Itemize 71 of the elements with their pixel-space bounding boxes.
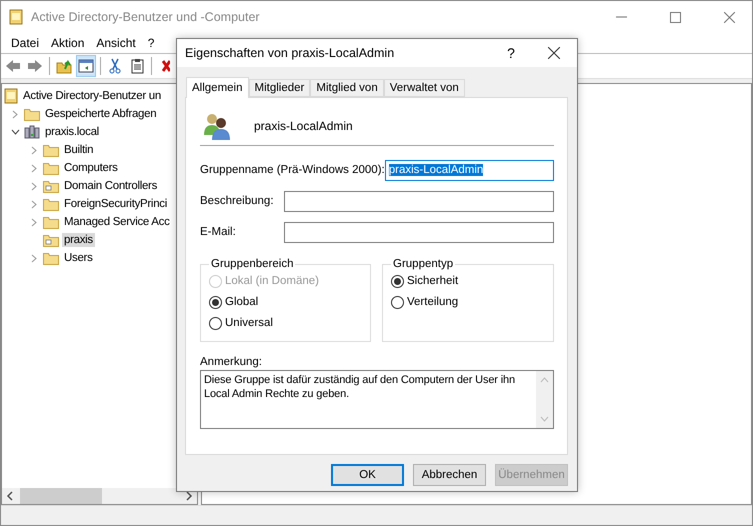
field-label: E-Mail:: [200, 226, 236, 238]
domain-icon: [24, 125, 40, 139]
tab[interactable]: Mitglieder: [248, 79, 310, 97]
folder-icon: [43, 144, 59, 156]
folder-icon: [24, 108, 40, 120]
clipboard-icon: [130, 58, 144, 74]
menu-item[interactable]: Aktion: [45, 36, 90, 50]
tree-item[interactable]: Gespeicherte Abfragen: [43, 107, 158, 121]
tree-item[interactable]: Users: [62, 251, 95, 265]
delete-icon: [162, 59, 170, 73]
app-icon: [9, 9, 23, 25]
scroll-right-icon[interactable]: [185, 491, 193, 501]
field-label: Gruppenname (Prä-Windows 2000):: [200, 164, 385, 176]
tree-item[interactable]: Managed Service Acc: [62, 215, 172, 229]
folder-icon: [43, 252, 59, 264]
scissors-icon: [108, 58, 122, 74]
collapsed-chevron-icon[interactable]: [31, 146, 37, 154]
text-field[interactable]: [284, 190, 554, 212]
radio-option[interactable]: Sicherheit: [391, 272, 545, 290]
tree-item[interactable]: Builtin: [62, 143, 96, 157]
collapsed-chevron-icon[interactable]: [31, 164, 37, 172]
back-arrow-icon: [5, 59, 21, 73]
field-label: Beschreibung:: [200, 195, 274, 207]
expanded-chevron-icon[interactable]: [10, 129, 20, 135]
dialog-button[interactable]: Abbrechen: [413, 464, 486, 486]
menu-item[interactable]: ?: [142, 36, 160, 50]
collapsed-chevron-icon[interactable]: [31, 218, 37, 226]
console-root-icon: [4, 88, 18, 104]
radio-option[interactable]: Verteilung: [391, 293, 545, 311]
organizational-unit-icon: [43, 180, 59, 192]
tab[interactable]: Verwaltet von: [384, 79, 465, 97]
group-box-title: Gruppentyp: [392, 258, 454, 270]
close-icon: [548, 47, 560, 59]
toolbar-button[interactable]: [76, 55, 96, 77]
radio-option[interactable]: Global: [209, 293, 362, 311]
menu-item[interactable]: Ansicht: [90, 36, 142, 50]
maximize-icon: [670, 12, 680, 22]
radio-option[interactable]: Universal: [209, 314, 362, 332]
tree-item[interactable]: Active Directory-Benutzer un: [21, 89, 163, 103]
console-pane-icon: [78, 59, 94, 73]
menu-item[interactable]: Datei: [5, 36, 46, 50]
folder-icon: [43, 216, 59, 228]
folder-up-icon: [56, 58, 72, 74]
horizontal-scrollbar[interactable]: [2, 488, 197, 504]
tab[interactable]: Allgemein: [186, 77, 248, 98]
tree-item[interactable]: praxis: [62, 233, 95, 247]
group-name: praxis-LocalAdmin: [254, 118, 353, 132]
text-field[interactable]: [284, 222, 554, 242]
collapsed-chevron-icon[interactable]: [31, 182, 37, 190]
group-box-title: Gruppenbereich: [210, 258, 294, 270]
minimize-icon: [616, 16, 626, 18]
collapsed-chevron-icon[interactable]: [31, 200, 37, 208]
tree-item[interactable]: praxis.local: [43, 125, 101, 139]
collapsed-chevron-icon[interactable]: [12, 110, 18, 118]
tree-item[interactable]: ForeignSecurityPrinci: [62, 197, 169, 211]
folder-icon: [43, 162, 59, 174]
window-title: Active Directory-Benutzer und -Computer: [31, 10, 261, 24]
tab[interactable]: Mitglied von: [310, 79, 384, 97]
dialog-title: Eigenschaften von praxis-LocalAdmin: [185, 46, 396, 60]
folder-icon: [43, 198, 59, 210]
close-icon: [724, 12, 734, 22]
note-label: Anmerkung:: [200, 356, 264, 368]
tree-item[interactable]: Domain Controllers: [62, 179, 160, 193]
tree-item[interactable]: Computers: [62, 161, 120, 175]
organizational-unit-icon: [43, 234, 59, 246]
dialog-button[interactable]: OK: [331, 464, 404, 486]
text-field[interactable]: praxis-LocalAdmin: [384, 160, 554, 180]
help-button[interactable]: ?: [491, 39, 531, 67]
collapsed-chevron-icon[interactable]: [31, 254, 37, 262]
scroll-left-icon[interactable]: [6, 491, 14, 501]
forward-arrow-icon: [27, 59, 43, 73]
